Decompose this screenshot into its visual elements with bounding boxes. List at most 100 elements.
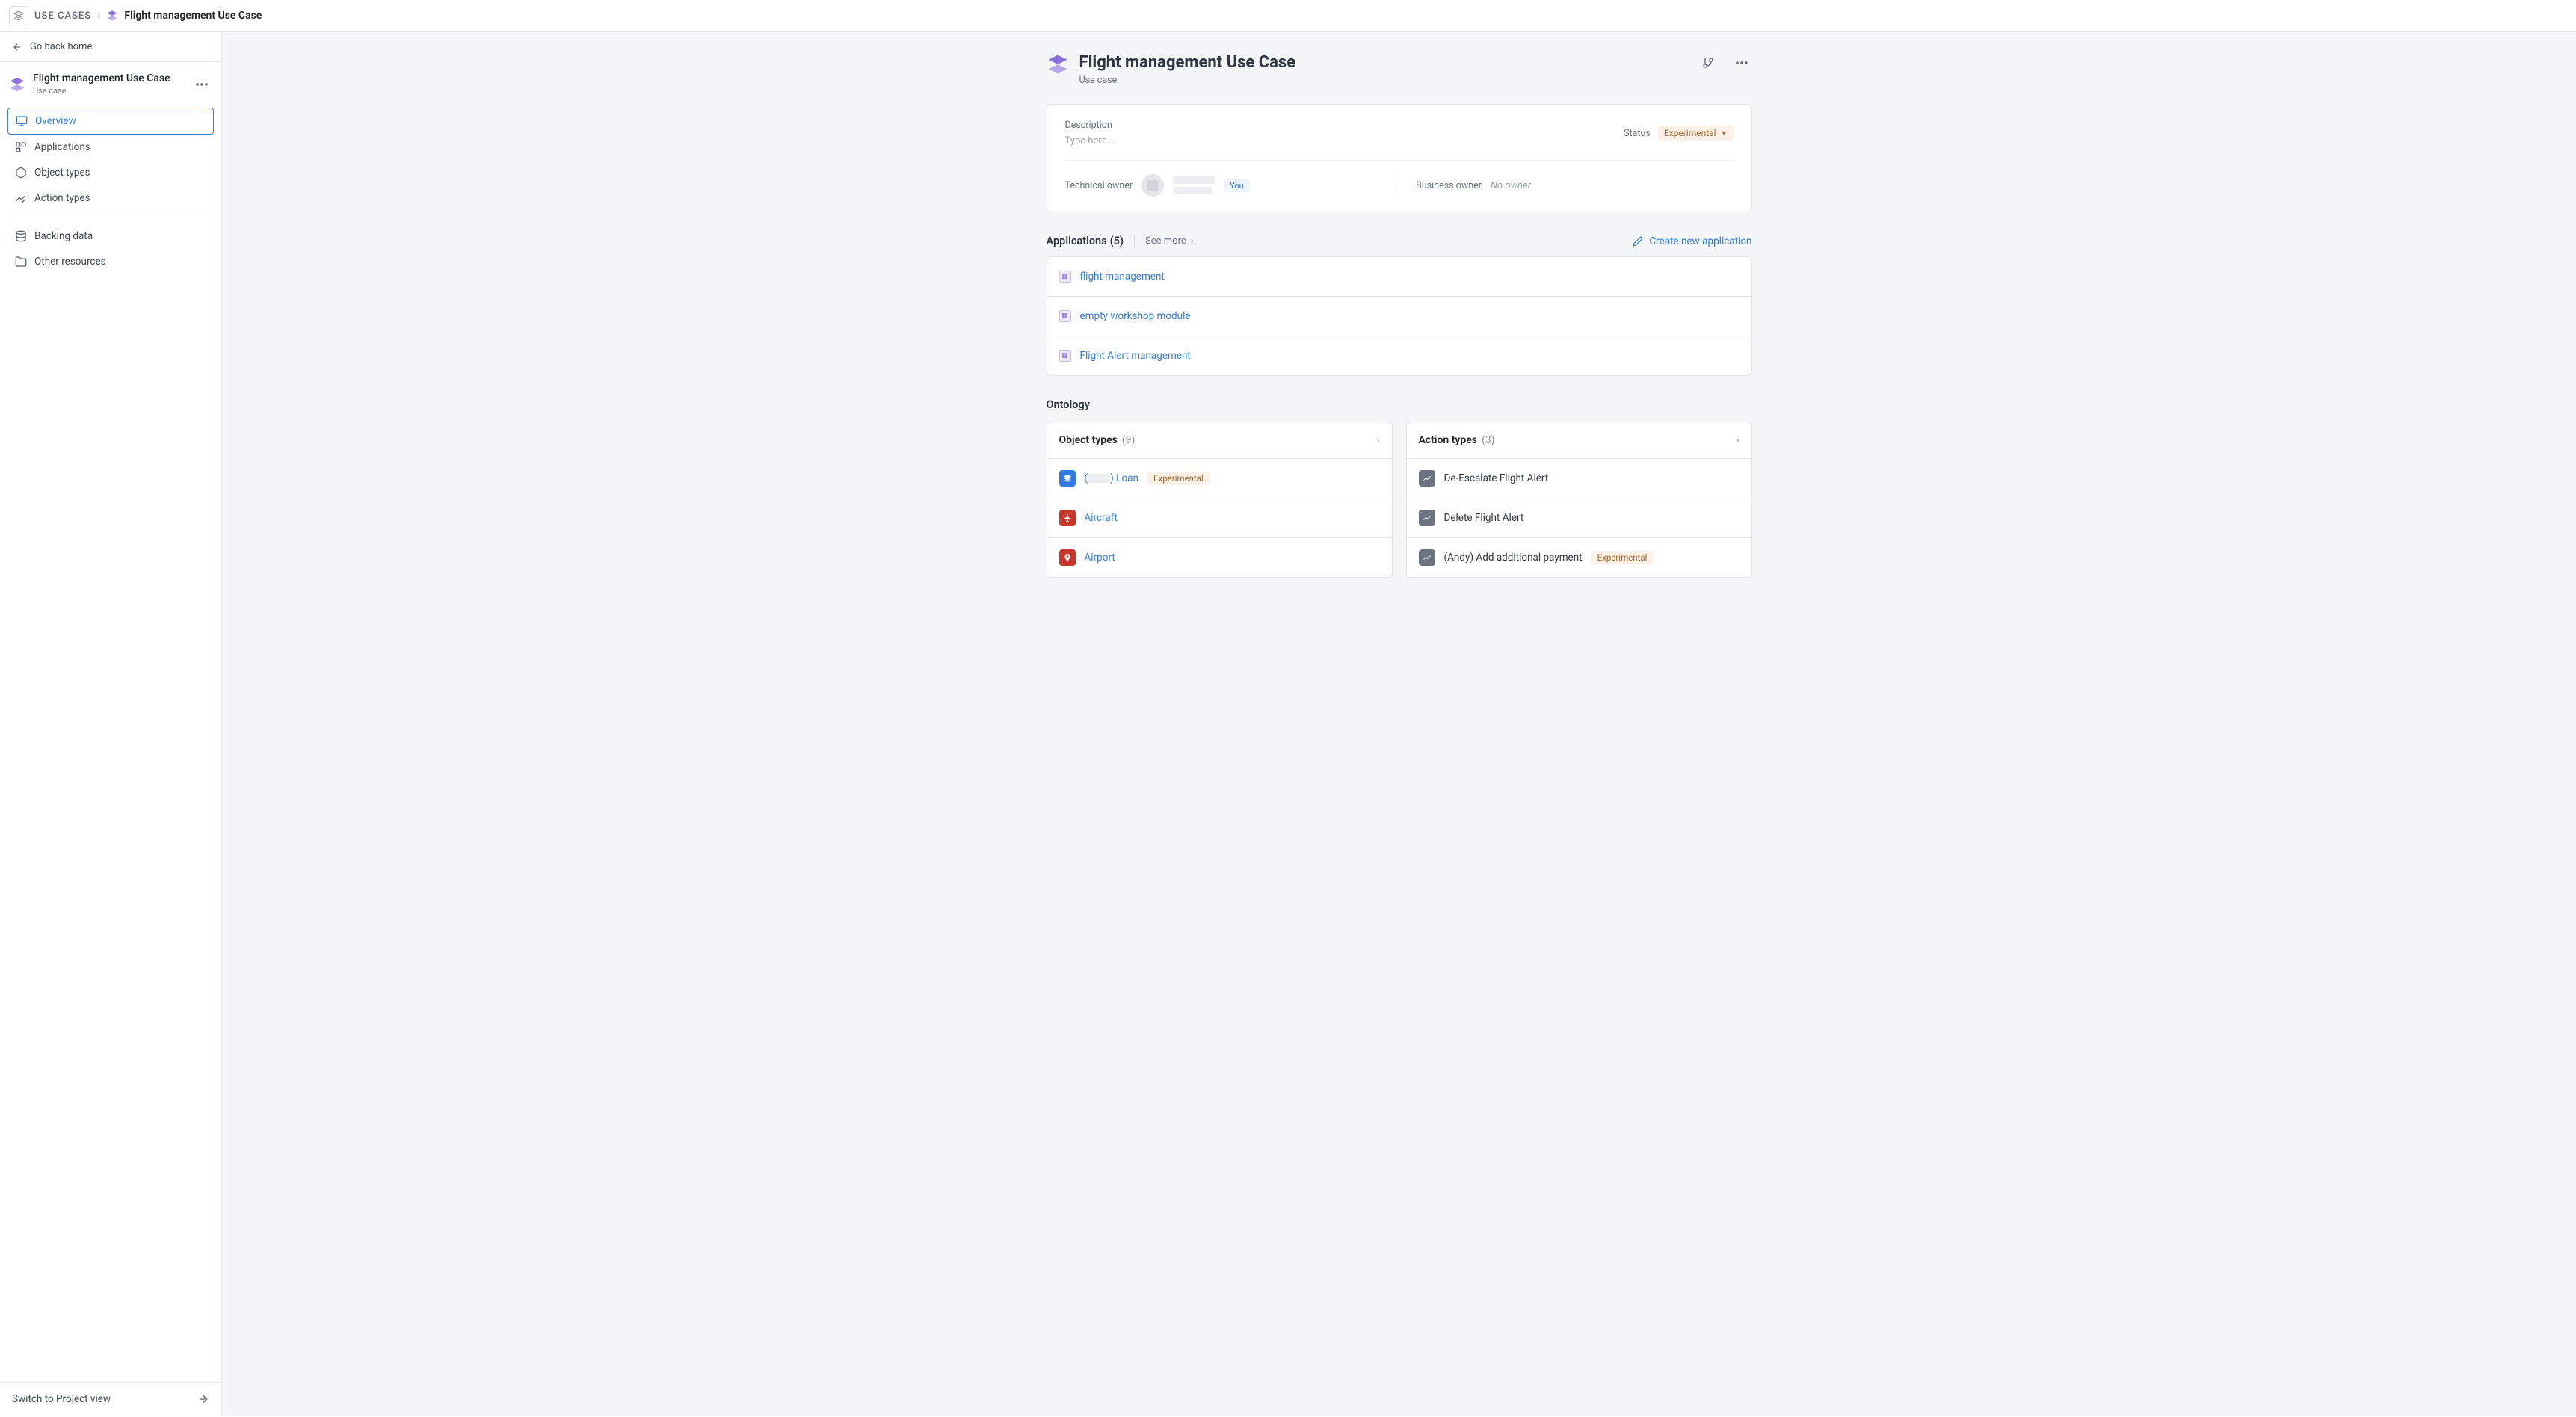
nav-backing-data-label: Backing data bbox=[34, 230, 93, 242]
switch-view-button[interactable]: Switch to Project view bbox=[0, 1382, 221, 1416]
nav-other-resources[interactable]: Other resources bbox=[7, 249, 214, 274]
application-name: flight management bbox=[1080, 271, 1165, 283]
chevron-right-icon: › bbox=[1191, 235, 1194, 247]
applications-section-head: Applications (5) See more › Create new a… bbox=[1047, 235, 1752, 247]
nav-applications-label: Applications bbox=[34, 141, 90, 153]
sidebar-nav: Overview Applications Object types Actio… bbox=[0, 103, 221, 279]
more-icon bbox=[196, 83, 208, 86]
action-type-row[interactable]: De-Escalate Flight Alert bbox=[1407, 459, 1751, 498]
nav-applications[interactable]: Applications bbox=[7, 135, 214, 160]
application-name: empty workshop module bbox=[1080, 310, 1191, 322]
application-row[interactable]: ▦ Flight Alert management bbox=[1047, 336, 1751, 375]
object-type-name: () Loan bbox=[1085, 472, 1138, 484]
nav-action-types-label: Action types bbox=[34, 192, 90, 204]
action-type-name: Delete Flight Alert bbox=[1444, 512, 1524, 524]
object-type-row[interactable]: () Loan Experimental bbox=[1047, 459, 1392, 498]
action-icon bbox=[1419, 549, 1435, 566]
object-types-count: (9) bbox=[1122, 434, 1136, 446]
page-subtitle: Use case bbox=[1079, 75, 1296, 86]
technical-owner-label: Technical owner bbox=[1065, 180, 1133, 191]
action-types-header[interactable]: Action types (3) › bbox=[1407, 422, 1751, 459]
divider bbox=[1065, 160, 1734, 161]
page-more-button[interactable] bbox=[1731, 53, 1752, 72]
object-type-row[interactable]: Aircraft bbox=[1047, 498, 1392, 538]
owner-name-redacted bbox=[1173, 176, 1215, 194]
workshop-icon: ▦ bbox=[1059, 271, 1071, 283]
application-row[interactable]: ▦ empty workshop module bbox=[1047, 297, 1751, 336]
create-application-button[interactable]: Create new application bbox=[1633, 235, 1751, 247]
applications-list: ▦ flight management ▦ empty workshop mod… bbox=[1047, 256, 1752, 376]
main-content: Flight management Use Case Use case bbox=[222, 32, 2576, 1416]
business-owner: Business owner No owner bbox=[1416, 174, 1734, 197]
applications-title: Applications bbox=[1047, 235, 1107, 247]
application-name: Flight Alert management bbox=[1080, 350, 1191, 362]
workshop-icon: ▦ bbox=[1059, 350, 1071, 362]
plane-icon bbox=[1059, 510, 1076, 526]
folder-icon bbox=[15, 256, 27, 268]
action-type-row[interactable]: Delete Flight Alert bbox=[1407, 498, 1751, 538]
technical-owner: Technical owner You bbox=[1065, 174, 1383, 197]
redacted-text bbox=[1088, 474, 1110, 483]
breadcrumb-bar: USE CASES › Flight management Use Case bbox=[0, 0, 2576, 32]
use-case-icon bbox=[106, 10, 118, 22]
divider bbox=[1134, 235, 1135, 247]
business-owner-label: Business owner bbox=[1416, 180, 1482, 191]
action-type-name: (Andy) Add additional payment bbox=[1444, 552, 1583, 564]
breadcrumb: USE CASES › Flight management Use Case bbox=[34, 10, 262, 22]
workshop-icon: ▦ bbox=[1059, 310, 1071, 322]
description-label: Description bbox=[1065, 120, 1115, 131]
experimental-badge: Experimental bbox=[1147, 472, 1210, 485]
more-icon bbox=[1736, 61, 1748, 64]
object-types-card: Object types (9) › () Loan Experimental bbox=[1047, 422, 1393, 578]
object-type-name: Airport bbox=[1085, 552, 1115, 564]
see-more-label: See more bbox=[1145, 235, 1186, 247]
avatar[interactable] bbox=[1141, 174, 1164, 197]
you-badge: You bbox=[1224, 179, 1250, 192]
layers-icon[interactable] bbox=[9, 6, 28, 25]
branch-button[interactable] bbox=[1698, 53, 1719, 72]
action-types-card: Action types (3) › De-Escalate Flight Al… bbox=[1406, 422, 1752, 578]
create-application-label: Create new application bbox=[1649, 235, 1751, 247]
action-type-name: De-Escalate Flight Alert bbox=[1444, 472, 1549, 484]
see-more-button[interactable]: See more › bbox=[1145, 235, 1194, 247]
description-card: Description Type here... Status Experime… bbox=[1047, 104, 1752, 212]
breadcrumb-root[interactable]: USE CASES bbox=[34, 10, 91, 22]
more-button[interactable] bbox=[191, 75, 212, 94]
arrow-left-icon bbox=[12, 42, 22, 52]
go-back-button[interactable]: Go back home bbox=[0, 32, 221, 62]
action-icon bbox=[15, 192, 27, 204]
action-types-title: Action types bbox=[1419, 434, 1477, 446]
object-types-header[interactable]: Object types (9) › bbox=[1047, 422, 1392, 459]
nav-object-types-label: Object types bbox=[34, 167, 90, 179]
branch-icon bbox=[1702, 57, 1714, 69]
monitor-icon bbox=[16, 115, 28, 127]
database-icon bbox=[15, 230, 27, 242]
status-label: Status bbox=[1624, 128, 1651, 139]
object-types-title: Object types bbox=[1059, 434, 1118, 446]
status-dropdown[interactable]: Experimental ▼ bbox=[1658, 126, 1734, 141]
nav-object-types[interactable]: Object types bbox=[7, 160, 214, 185]
sidebar-subtitle: Use case bbox=[33, 86, 170, 96]
action-icon bbox=[1419, 470, 1435, 487]
action-type-row[interactable]: (Andy) Add additional payment Experiment… bbox=[1407, 538, 1751, 577]
object-type-row[interactable]: Airport bbox=[1047, 538, 1392, 577]
go-back-label: Go back home bbox=[30, 41, 92, 52]
chevron-right-icon: › bbox=[97, 10, 100, 22]
nav-other-resources-label: Other resources bbox=[34, 256, 106, 268]
nav-backing-data[interactable]: Backing data bbox=[7, 223, 214, 249]
caret-down-icon: ▼ bbox=[1721, 129, 1728, 138]
nav-action-types[interactable]: Action types bbox=[7, 185, 214, 211]
nav-overview[interactable]: Overview bbox=[7, 108, 214, 135]
arrow-right-icon bbox=[197, 1393, 209, 1405]
sidebar: Go back home Flight management Use Case … bbox=[0, 32, 222, 1416]
pin-icon bbox=[1059, 549, 1076, 566]
chevron-right-icon: › bbox=[1376, 434, 1379, 446]
chevron-right-icon: › bbox=[1736, 434, 1739, 446]
experimental-badge: Experimental bbox=[1591, 551, 1654, 564]
use-case-icon bbox=[1047, 53, 1069, 75]
switch-view-label: Switch to Project view bbox=[12, 1393, 111, 1405]
description-input[interactable]: Type here... bbox=[1065, 135, 1115, 146]
cube-icon bbox=[1059, 470, 1076, 487]
application-row[interactable]: ▦ flight management bbox=[1047, 257, 1751, 297]
pencil-icon bbox=[1633, 236, 1643, 247]
